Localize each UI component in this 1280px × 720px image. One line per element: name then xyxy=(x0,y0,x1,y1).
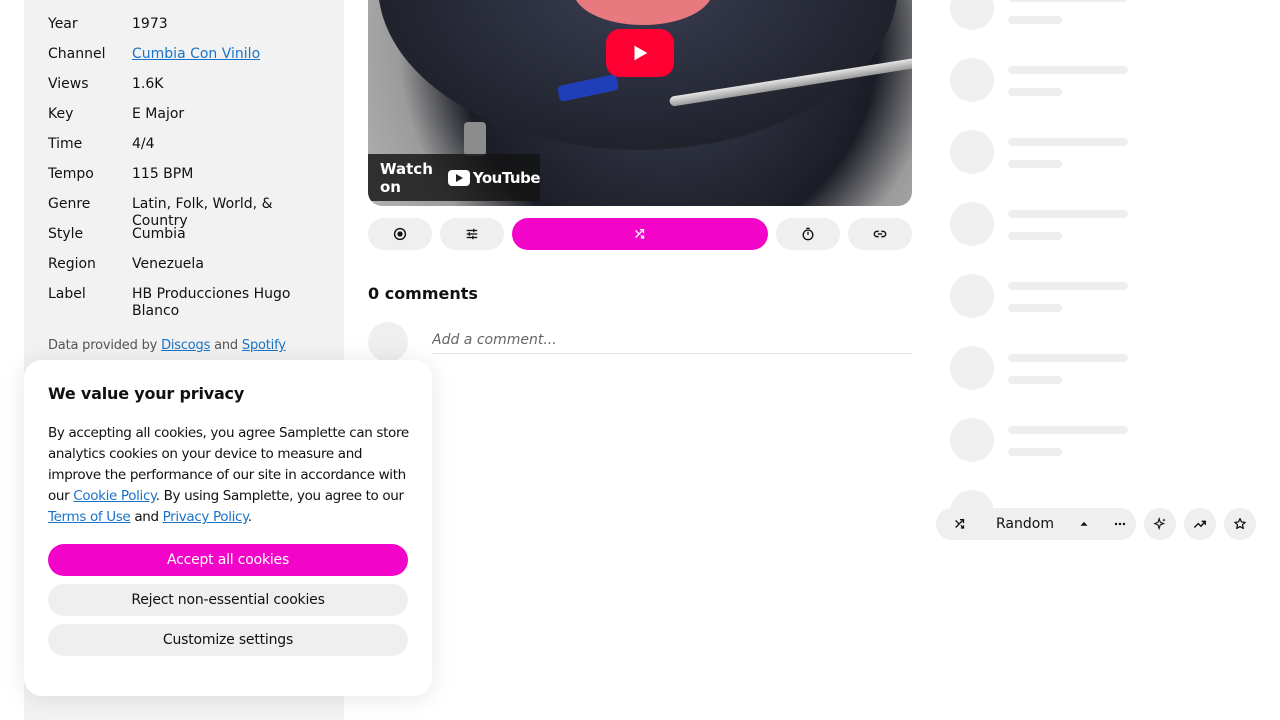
watch-on-youtube[interactable]: Watch on YouTube xyxy=(368,154,541,201)
cookie-text: and xyxy=(130,509,163,525)
sliders-icon xyxy=(466,228,478,240)
credit-prefix: Data provided by xyxy=(48,338,158,353)
detail-key: Time xyxy=(48,136,83,152)
detail-key: Tempo xyxy=(48,166,94,182)
more-options-button[interactable] xyxy=(1112,516,1128,532)
loading-item xyxy=(950,130,1130,174)
chevron-up-icon xyxy=(1080,521,1088,526)
trending-icon xyxy=(1193,520,1206,528)
detail-key: Style xyxy=(48,226,84,242)
spotify-link[interactable]: Spotify xyxy=(242,338,286,353)
detail-value: Venezuela xyxy=(132,256,204,272)
shuffle-button[interactable] xyxy=(512,218,768,250)
credit-and: and xyxy=(214,338,238,353)
video-embed[interactable]: Watch on YouTube xyxy=(368,0,912,206)
detail-value: 4/4 xyxy=(132,136,155,152)
cookie-policy-link[interactable]: Cookie Policy xyxy=(73,488,156,504)
cookie-consent-dialog: We value your privacy By accepting all c… xyxy=(24,360,432,696)
reject-cookies-button[interactable]: Reject non-essential cookies xyxy=(48,584,408,616)
link-icon xyxy=(873,230,887,238)
cookie-body: By accepting all cookies, you agree Samp… xyxy=(48,423,412,528)
detail-key: Genre xyxy=(48,196,91,212)
loading-item xyxy=(950,274,1130,318)
discogs-link[interactable]: Discogs xyxy=(161,338,210,353)
sparkle-button[interactable] xyxy=(1144,508,1176,540)
playback-mode-pill: Random xyxy=(936,508,1136,540)
shuffle-icon xyxy=(635,228,645,239)
accept-cookies-button[interactable]: Accept all cookies xyxy=(48,544,408,576)
cookie-text: . By using Samplette, you agree to our xyxy=(155,488,404,504)
customize-settings-button[interactable]: Customize settings xyxy=(48,624,408,656)
youtube-icon xyxy=(447,169,470,186)
loading-item xyxy=(950,58,1130,102)
detail-key: Region xyxy=(48,256,96,272)
channel-link[interactable]: Cumbia Con Vinilo xyxy=(132,46,260,62)
loading-item xyxy=(950,0,1130,30)
more-icon xyxy=(1114,522,1126,526)
play-button[interactable] xyxy=(606,29,674,77)
detail-value: 1973 xyxy=(132,16,168,32)
detail-value: 1.6K xyxy=(132,76,164,92)
detail-key: Key xyxy=(48,106,74,122)
play-icon xyxy=(634,45,648,61)
detail-key: Label xyxy=(48,286,86,302)
copy-link-button[interactable] xyxy=(848,218,912,250)
turntable-knob xyxy=(464,122,486,156)
avatar xyxy=(368,322,408,362)
loading-item xyxy=(950,202,1130,246)
detail-value: HB Producciones Hugo Blanco xyxy=(132,286,291,319)
loading-item xyxy=(950,346,1130,390)
youtube-logo: YouTube xyxy=(447,168,541,187)
detail-key: Views xyxy=(48,76,89,92)
watch-on-label: Watch on xyxy=(380,159,433,196)
detail-value: Latin, Folk, World, & Country xyxy=(132,196,273,229)
loading-item xyxy=(950,418,1130,462)
youtube-wordmark: YouTube xyxy=(472,168,541,187)
shuffle-icon xyxy=(955,518,965,529)
timer-button[interactable] xyxy=(776,218,840,250)
mode-label[interactable]: Random xyxy=(996,516,1054,532)
cookie-title: We value your privacy xyxy=(48,384,245,403)
record-button[interactable] xyxy=(368,218,432,250)
terms-link[interactable]: Terms of Use xyxy=(48,509,131,525)
privacy-policy-link[interactable]: Privacy Policy xyxy=(163,509,249,525)
detail-value: Cumbia xyxy=(132,226,186,242)
sparkle-icon xyxy=(1153,517,1166,531)
mode-expand-button[interactable] xyxy=(1076,516,1092,532)
favorite-button[interactable] xyxy=(1224,508,1256,540)
data-credit: Data provided by Discogs and Spotify xyxy=(48,338,286,353)
mixer-button[interactable] xyxy=(440,218,504,250)
star-icon xyxy=(1234,517,1246,530)
detail-key: Channel xyxy=(48,46,106,62)
record-icon xyxy=(393,227,407,241)
shuffle-mode-button[interactable] xyxy=(952,516,968,532)
detail-value: E Major xyxy=(132,106,185,122)
comments-title: 0 comments xyxy=(368,284,478,303)
trending-button[interactable] xyxy=(1184,508,1216,540)
detail-key: Year xyxy=(48,16,78,32)
detail-value: 115 BPM xyxy=(132,166,194,182)
cookie-text: . xyxy=(247,509,252,525)
stopwatch-icon xyxy=(802,227,814,241)
comment-input[interactable] xyxy=(432,326,912,354)
